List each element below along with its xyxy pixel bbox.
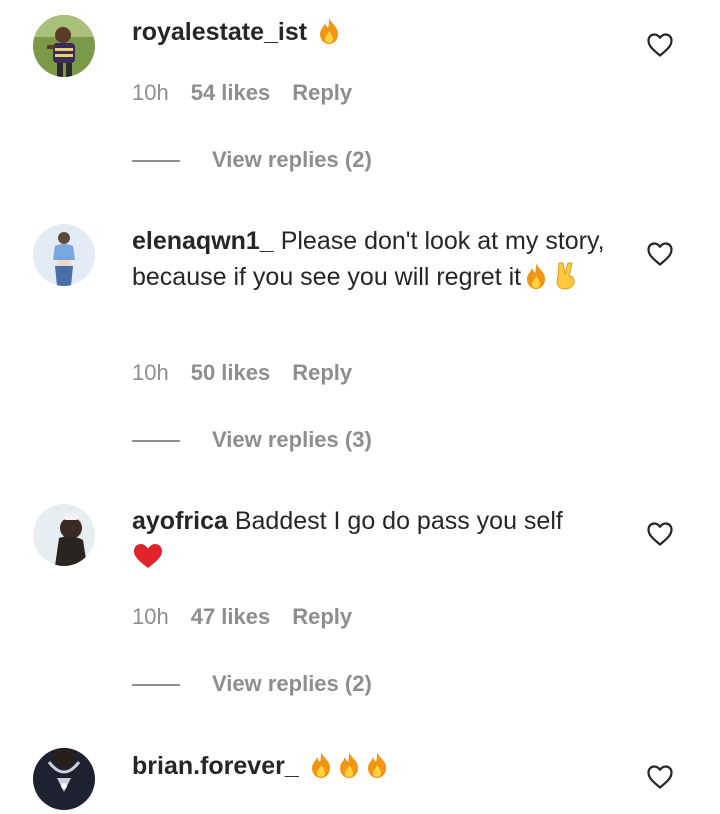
comment-body: Baddest I go do pass you self xyxy=(234,507,563,535)
comment-time: 10h xyxy=(132,604,169,629)
like-comment-button[interactable] xyxy=(646,521,674,547)
avatar-image xyxy=(33,224,95,286)
view-replies-button[interactable]: View replies (2) xyxy=(132,147,372,173)
avatar-image xyxy=(33,504,95,566)
avatar[interactable] xyxy=(33,504,95,566)
comment-likes[interactable]: 50 likes xyxy=(191,360,271,386)
comment-username[interactable]: brian.forever_ xyxy=(132,752,299,780)
view-replies-button[interactable]: View replies (2) xyxy=(132,671,372,697)
heart-outline-icon xyxy=(647,242,673,266)
comment-username[interactable]: elenaqwn1_ xyxy=(132,227,274,255)
reply-button[interactable]: Reply xyxy=(292,80,352,106)
comment-text: elenaqwn1_ Please don't look at my story… xyxy=(132,223,612,295)
view-replies-label: View replies (2) xyxy=(212,671,372,696)
replies-divider-line xyxy=(132,440,180,443)
view-replies-button[interactable]: View replies (3) xyxy=(132,427,372,453)
comment-time: 10h xyxy=(132,80,169,105)
fire-emoji xyxy=(523,262,549,290)
heart-outline-icon xyxy=(647,33,673,57)
fire-emoji xyxy=(364,751,390,779)
comment-meta: 10h 47 likes Reply xyxy=(132,604,352,630)
view-replies-label: View replies (2) xyxy=(212,147,372,172)
avatar[interactable] xyxy=(33,224,95,286)
fire-emoji xyxy=(308,751,334,779)
avatar-image xyxy=(33,15,95,77)
reply-button[interactable]: Reply xyxy=(292,360,352,386)
comment-text: royalestate_ist xyxy=(132,14,612,50)
avatar-image xyxy=(33,748,95,810)
view-replies-label: View replies (3) xyxy=(212,427,372,452)
heart-outline-icon xyxy=(647,522,673,546)
comment-username[interactable]: royalestate_ist xyxy=(132,18,307,46)
fire-emoji xyxy=(316,17,342,45)
comment-username[interactable]: ayofrica xyxy=(132,507,228,535)
comment-text: brian.forever_ xyxy=(132,748,612,784)
fire-emoji xyxy=(336,751,362,779)
like-comment-button[interactable] xyxy=(646,764,674,790)
comment-likes[interactable]: 47 likes xyxy=(191,604,271,630)
comment-text: ayofrica Baddest I go do pass you self xyxy=(132,503,612,575)
avatar[interactable] xyxy=(33,15,95,77)
reply-button[interactable]: Reply xyxy=(292,604,352,630)
comment-likes[interactable]: 54 likes xyxy=(191,80,271,106)
replies-divider-line xyxy=(132,160,180,163)
comment-meta: 10h 54 likes Reply xyxy=(132,80,352,106)
avatar[interactable] xyxy=(33,748,95,810)
like-comment-button[interactable] xyxy=(646,241,674,267)
heart-outline-icon xyxy=(647,765,673,789)
replies-divider-line xyxy=(132,684,180,687)
comment-time: 10h xyxy=(132,360,169,385)
red-heart-emoji xyxy=(132,542,164,570)
comment-meta: 10h 50 likes Reply xyxy=(132,360,352,386)
victory-hand-emoji xyxy=(551,260,581,290)
like-comment-button[interactable] xyxy=(646,32,674,58)
